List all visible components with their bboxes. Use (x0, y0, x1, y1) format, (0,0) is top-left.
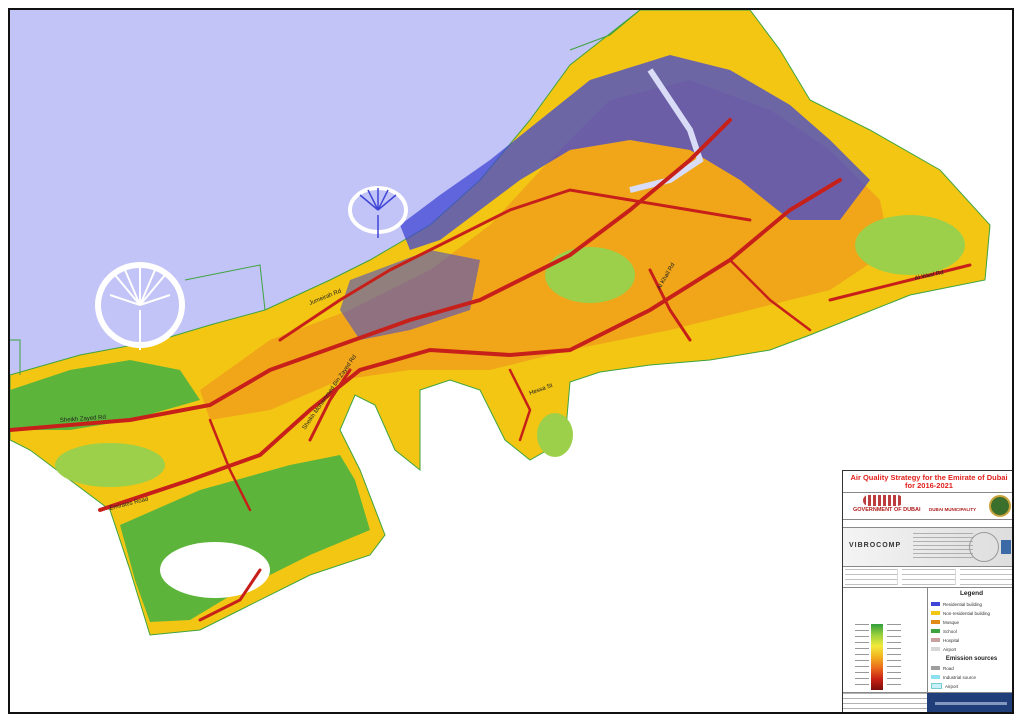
legend-swatch (931, 611, 940, 615)
scale-labels-right (887, 624, 901, 690)
legend-item: Non-residential building (931, 609, 1012, 617)
legend-swatch (931, 647, 940, 651)
airport-area (160, 542, 270, 598)
emission-swatch (931, 683, 942, 689)
government-logos: GOVERNMENT OF DUBAI DUBAI MUNICIPALITY (843, 493, 1012, 520)
panel-footer (843, 692, 1012, 712)
legend-item: Mosque (931, 618, 1012, 626)
footer-logo-bar (927, 693, 1012, 712)
government-logo-icon (863, 495, 903, 506)
legend-label: Mosque (943, 619, 960, 625)
green-zone-se (537, 413, 573, 457)
legend-item: Hospital (931, 636, 1012, 644)
legend-swatch (931, 620, 940, 624)
approval-cell (845, 569, 899, 585)
legend-item: School (931, 627, 1012, 635)
legend-item: Airport (931, 645, 1012, 653)
legend-label: School (943, 628, 957, 634)
municipality-name: DUBAI MUNICIPALITY (929, 507, 977, 512)
legend-title: Legend (959, 590, 984, 597)
municipality-logo-icon (989, 495, 1011, 517)
legend-label: Airport (943, 646, 957, 652)
footer-notes (843, 693, 927, 712)
map-title: Air Quality Strategy for the Emirate of … (843, 471, 1012, 493)
legend-swatch (931, 638, 940, 642)
approval-cell (902, 569, 956, 585)
approval-grid (843, 567, 1012, 588)
emission-item: Industrial source (931, 673, 1012, 681)
legend-label: Non-residential building (943, 610, 991, 616)
concentration-color-scale (871, 624, 883, 690)
company-block: VIBROCOMP (843, 528, 1012, 567)
scale-description (846, 591, 924, 597)
emission-item: Airport (931, 682, 1012, 690)
green-zone-center (545, 247, 635, 303)
legend-swatch (931, 602, 940, 606)
legend-swatch (931, 629, 940, 633)
emission-swatch (931, 675, 940, 679)
green-zone-sw (55, 443, 165, 487)
emission-label: Airport (945, 683, 959, 689)
legend-label: Hospital (943, 637, 960, 643)
title-block-panel: Air Quality Strategy for the Emirate of … (842, 470, 1012, 712)
emission-sources-title: Emission sources (945, 656, 998, 662)
legend-item: Residential building (931, 600, 1012, 608)
government-name: GOVERNMENT OF DUBAI (853, 507, 921, 513)
emission-item: Road (931, 664, 1012, 672)
scale-labels-left (855, 624, 869, 690)
emission-label: Road (943, 665, 954, 671)
concentration-scale-block (843, 588, 928, 708)
info-strip (843, 520, 1012, 528)
company-name: VIBROCOMP (849, 542, 902, 549)
emission-label: Industrial source (943, 674, 977, 680)
certification-badge-icon (1001, 540, 1011, 554)
legend-body: Legend Residential building Non-resident… (843, 588, 1012, 708)
approval-cell (959, 569, 1012, 585)
company-seal-icon (969, 532, 999, 562)
map-frame: Sheikh Zayed Rd Emirates Road Al Khail R… (8, 8, 1014, 714)
green-zone-east (855, 215, 965, 275)
emission-swatch (931, 666, 940, 670)
legend-label: Residential building (943, 601, 983, 607)
legend-block: Legend Residential building Non-resident… (928, 588, 1012, 708)
company-address (913, 533, 973, 561)
